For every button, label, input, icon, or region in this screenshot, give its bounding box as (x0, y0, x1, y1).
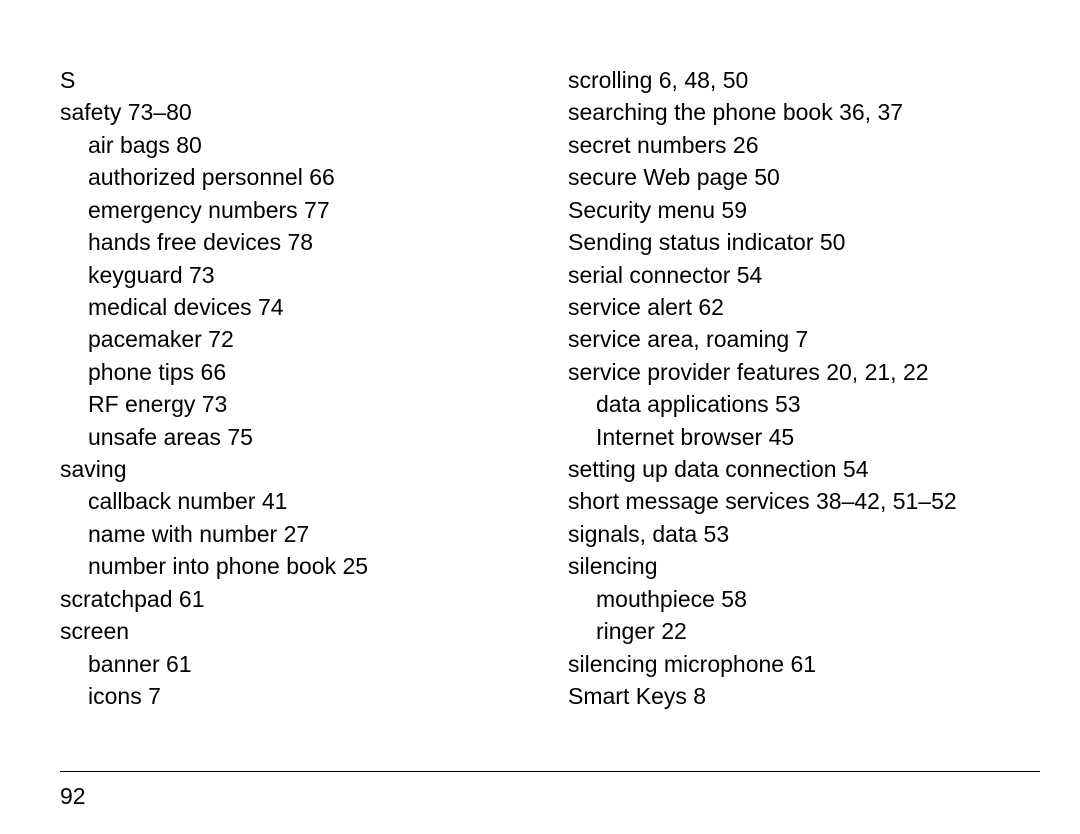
index-entry: service alert 62 (568, 291, 1020, 323)
index-column-right: scrolling 6, 48, 50searching the phone b… (560, 64, 1020, 712)
index-entry: scratchpad 61 (60, 583, 540, 615)
index-entry: searching the phone book 36, 37 (568, 96, 1020, 128)
index-subentry: hands free devices 78 (60, 226, 540, 258)
index-entry: service area, roaming 7 (568, 323, 1020, 355)
footer-divider (60, 771, 1040, 772)
index-entry: secret numbers 26 (568, 129, 1020, 161)
index-entry: Smart Keys 8 (568, 680, 1020, 712)
index-subentry: banner 61 (60, 648, 540, 680)
index-page: S safety 73–80air bags 80authorized pers… (0, 0, 1080, 712)
index-subentry: air bags 80 (60, 129, 540, 161)
index-entry: short message services 38–42, 51–52 (568, 485, 1020, 517)
index-entry: service provider features 20, 21, 22 (568, 356, 1020, 388)
index-subentry: RF energy 73 (60, 388, 540, 420)
index-subentry: emergency numbers 77 (60, 194, 540, 226)
index-entry: serial connector 54 (568, 259, 1020, 291)
index-subentry: keyguard 73 (60, 259, 540, 291)
index-entry: secure Web page 50 (568, 161, 1020, 193)
index-subentry: callback number 41 (60, 485, 540, 517)
index-entry: safety 73–80 (60, 96, 540, 128)
index-subentry: ringer 22 (568, 615, 1020, 647)
index-entries-left: safety 73–80air bags 80authorized person… (60, 96, 540, 712)
index-entry: saving (60, 453, 540, 485)
index-subentry: medical devices 74 (60, 291, 540, 323)
index-entry: Sending status indicator 50 (568, 226, 1020, 258)
index-entry: screen (60, 615, 540, 647)
index-subentry: icons 7 (60, 680, 540, 712)
index-subentry: pacemaker 72 (60, 323, 540, 355)
index-column-left: S safety 73–80air bags 80authorized pers… (60, 64, 540, 712)
index-subentry: unsafe areas 75 (60, 421, 540, 453)
index-entry: scrolling 6, 48, 50 (568, 64, 1020, 96)
index-subentry: mouthpiece 58 (568, 583, 1020, 615)
index-entry: setting up data connection 54 (568, 453, 1020, 485)
index-entry: silencing microphone 61 (568, 648, 1020, 680)
index-entries-right: scrolling 6, 48, 50searching the phone b… (568, 64, 1020, 712)
index-subentry: name with number 27 (60, 518, 540, 550)
index-subentry: phone tips 66 (60, 356, 540, 388)
index-entry: silencing (568, 550, 1020, 582)
index-entry: Security menu 59 (568, 194, 1020, 226)
index-subentry: data applications 53 (568, 388, 1020, 420)
index-subentry: Internet browser 45 (568, 421, 1020, 453)
index-subentry: authorized personnel 66 (60, 161, 540, 193)
page-number: 92 (60, 780, 86, 812)
index-subentry: number into phone book 25 (60, 550, 540, 582)
index-section-heading: S (60, 64, 540, 96)
index-entry: signals, data 53 (568, 518, 1020, 550)
